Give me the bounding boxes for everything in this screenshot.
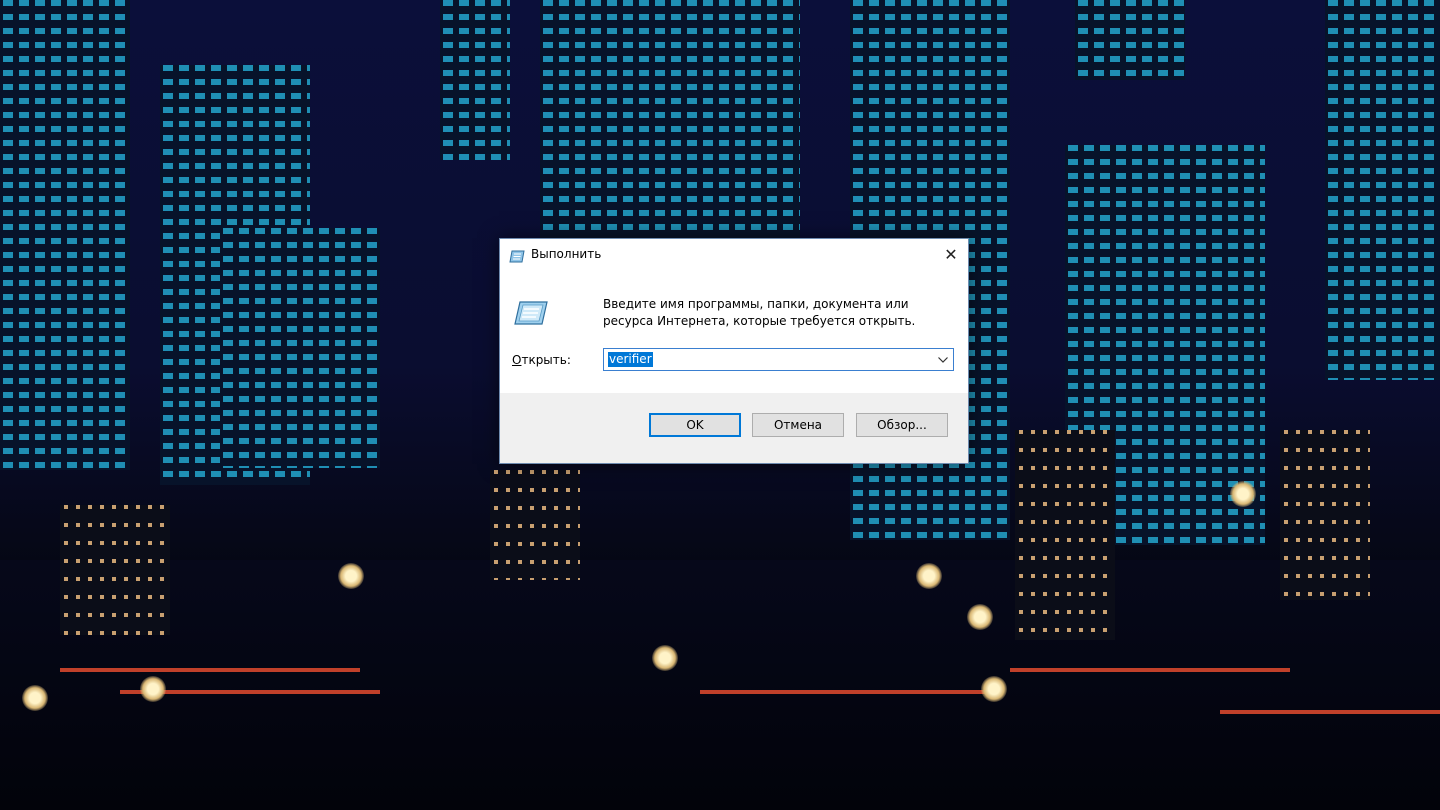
browse-button[interactable]: Обзор... <box>856 413 948 437</box>
instruction-text: Введите имя программы, папки, документа … <box>603 297 916 328</box>
open-label-text: ткрыть: <box>521 353 571 367</box>
title-bar[interactable]: Выполнить ✕ <box>500 239 968 270</box>
run-icon <box>514 301 548 325</box>
cancel-button[interactable]: Отмена <box>752 413 844 437</box>
wallpaper-lamp <box>1230 481 1256 507</box>
button-bar: OK Отмена Обзор... <box>500 393 968 463</box>
close-button[interactable]: ✕ <box>934 239 968 270</box>
wallpaper-lamp <box>22 685 48 711</box>
wallpaper-building <box>1075 0 1185 80</box>
run-dialog: Выполнить ✕ Введите имя программы, папки… <box>499 238 969 464</box>
wallpaper-building <box>440 0 510 160</box>
wallpaper-building <box>1325 0 1440 380</box>
wallpaper-street-light <box>1010 668 1290 672</box>
open-combobox[interactable]: verifier <box>603 348 954 371</box>
wallpaper-lamp <box>140 676 166 702</box>
wallpaper-building <box>0 0 130 470</box>
run-icon <box>509 248 525 263</box>
wallpaper-building <box>540 0 800 240</box>
wallpaper-building <box>220 228 380 468</box>
desktop: Выполнить ✕ Введите имя программы, папки… <box>0 0 1440 810</box>
wallpaper-street-light <box>700 690 1000 694</box>
wallpaper-building <box>1015 430 1115 640</box>
open-input[interactable]: verifier <box>608 352 653 367</box>
open-label: Открыть: <box>512 353 571 368</box>
wallpaper-building <box>60 505 170 635</box>
dropdown-button[interactable] <box>933 349 953 370</box>
wallpaper-ground <box>0 560 1440 810</box>
wallpaper-street-light <box>60 668 360 672</box>
wallpaper-lamp <box>652 645 678 671</box>
close-icon: ✕ <box>944 245 958 264</box>
wallpaper-lamp <box>338 563 364 589</box>
wallpaper-street-light <box>1220 710 1440 714</box>
dialog-title: Выполнить <box>531 247 602 261</box>
chevron-down-icon <box>938 356 948 363</box>
wallpaper-building <box>490 470 580 580</box>
wallpaper-building <box>1280 430 1370 600</box>
wallpaper-lamp <box>981 676 1007 702</box>
wallpaper-lamp <box>916 563 942 589</box>
ok-button[interactable]: OK <box>649 413 741 437</box>
wallpaper-lamp <box>967 604 993 630</box>
